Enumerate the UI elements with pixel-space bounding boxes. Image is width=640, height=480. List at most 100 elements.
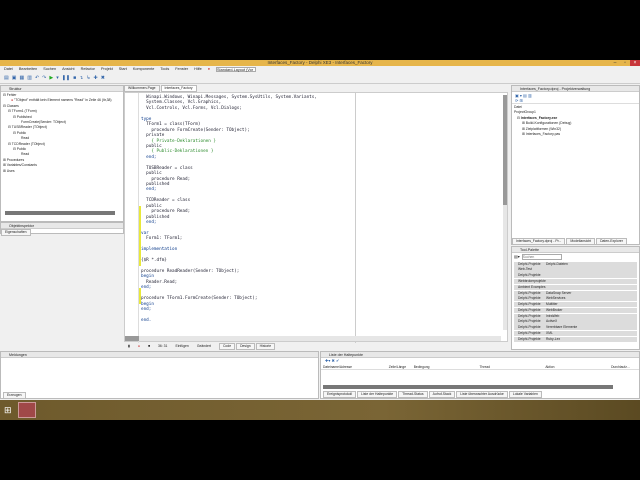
menu-tools[interactable]: Tools [160, 66, 169, 73]
save-icon[interactable]: ▦ [19, 75, 24, 81]
stop-icon[interactable]: ■ [73, 75, 76, 81]
stop-macro-icon[interactable]: ■ [148, 343, 150, 350]
palette-category: Delphi-Projekte [518, 290, 541, 295]
tab-interfaces-factory[interactable]: Interfaces_Factory [160, 85, 197, 92]
menu-projekt[interactable]: Projekt [101, 66, 113, 73]
start-button[interactable]: ⊞ [4, 405, 12, 415]
toolbar: ▤ ▣ ▦ ▥ ↶ ↷ ▶ ▾ ❚❚ ■ ↴ ↳ ✚ ✖ [0, 73, 640, 84]
tab-project-manager[interactable]: Interfaces_Factory.dproj - Pr... [512, 238, 566, 245]
run-icon[interactable]: ▶ [49, 75, 53, 81]
palette-category: Delphi-Projekte [518, 330, 541, 335]
tab-code[interactable]: Code [218, 343, 236, 350]
tab-welcome[interactable]: Willkommen-Page [124, 85, 160, 92]
debug-tab[interactable]: Liste der Haltepunkte [357, 391, 398, 398]
menu-ansicht[interactable]: Ansicht [62, 66, 74, 73]
categories-icon[interactable]: ▤▾ [514, 254, 520, 260]
column-header[interactable]: Dateiname/Adresse [321, 365, 387, 369]
new-icon[interactable]: ▤ [523, 93, 527, 98]
palette-item[interactable]: Delphi-Projekte WebServices [514, 296, 637, 302]
menu-fenster[interactable]: Fenster [175, 66, 188, 73]
remove-icon[interactable]: ✖ [101, 75, 105, 81]
palette-item[interactable]: Delphi-Projekte Delphi-Dateien [514, 261, 637, 267]
new-icon[interactable]: ▤ [4, 75, 9, 81]
palette-search-input[interactable] [521, 254, 562, 260]
code-editor[interactable]: Winapi.Windows, Winapi.Messages, System.… [124, 92, 508, 343]
trace-into-icon[interactable]: ↳ [86, 75, 90, 81]
column-header[interactable]: Bedingung [412, 365, 478, 369]
palette-list: Delphi-Projekte Delphi-Dateien Web-Test Del… [512, 261, 639, 342]
run-dropdown-icon[interactable]: ▾ [56, 75, 59, 81]
tab-build[interactable]: Erzeugen [3, 392, 26, 399]
remove-icon[interactable]: ▥ [528, 93, 532, 98]
open-icon[interactable]: ▣ [12, 75, 17, 81]
palette-category: Delphi-Projekte [518, 325, 541, 330]
palette-item[interactable]: Delphi-Projekte DataSnap Server [514, 290, 637, 296]
editor-status-bar: ▮ ● ■ 36: 31 Einfügen Geändert Code Design H… [124, 343, 510, 350]
menu-suchen[interactable]: Suchen [43, 66, 56, 73]
menu-refactor[interactable]: Refactor [81, 66, 95, 73]
debug-tab[interactable]: Ereignisprotokoll [323, 391, 357, 398]
layout-select[interactable]: Standard-Layout (Vor [216, 67, 257, 72]
column-header[interactable]: Aktion [543, 365, 609, 369]
palette-item[interactable]: Webbrokerprojekte [514, 278, 637, 285]
menu-hilfe[interactable]: Hilfe [194, 66, 202, 73]
editor-horizontal-scrollbar[interactable] [125, 336, 501, 341]
palette-item[interactable]: Delphi-Projekte ActiveX [514, 319, 637, 325]
horizontal-scrollbar[interactable] [5, 211, 115, 215]
column-header[interactable]: Thread [478, 365, 544, 369]
undo-icon[interactable]: ↶ [35, 75, 39, 81]
palette-category: Delphi-Projekte [518, 336, 541, 341]
tab-history[interactable]: Historie [255, 343, 276, 350]
tree-item[interactable]: ⊞ Uses [3, 169, 121, 174]
column-header[interactable]: Zeile/Länge [387, 365, 412, 369]
palette-item[interactable]: Delphi-Projekte Vererbbare Elemente [514, 325, 637, 331]
delete-breakpoint-icon[interactable]: ✖ [331, 358, 334, 363]
debug-tab[interactable]: Aufruf-Stack [428, 391, 456, 398]
expand-icon[interactable]: ⊞ [519, 98, 522, 103]
palette-category: Delphi-Projekte [518, 296, 541, 301]
palette-item[interactable]: Web-Test [514, 267, 637, 273]
delphi-taskbar-icon[interactable] [18, 402, 36, 418]
right-margin [355, 93, 356, 343]
menu-komponente[interactable]: Komponente [133, 66, 155, 73]
code-line[interactable]: end. [141, 318, 317, 323]
palette-item[interactable]: Delphi-Projekte XML [514, 330, 637, 337]
tab-eigenschaften[interactable]: Eigenschaften [1, 229, 31, 236]
palette-item[interactable]: Delphi-Projekte WebBroker [514, 307, 637, 314]
tool-palette-title: Tool-Palette [520, 248, 539, 252]
tab-data-explorer[interactable]: Daten-Explorer [596, 238, 627, 245]
palette-item[interactable]: Delphi-Projekte Ruby-Lex [514, 336, 637, 342]
code-text[interactable]: Winapi.Windows, Winapi.Messages, System.… [141, 95, 317, 323]
palette-item[interactable]: Ambient Examples [514, 284, 637, 290]
sync-icon[interactable]: ⟳ [515, 98, 518, 103]
record-macro-icon[interactable]: ● [138, 343, 140, 350]
add-breakpoint-icon[interactable]: ✚▾ [325, 358, 330, 363]
palette-item[interactable]: Delphi-Projekte [514, 273, 637, 279]
palette-item[interactable]: Delphi-Projekte Multitier [514, 302, 637, 308]
tab-design[interactable]: Design [236, 343, 255, 350]
modified-state: Geändert [196, 344, 211, 348]
menu-bearbeiten[interactable]: Bearbeiten [19, 66, 37, 73]
breakpoints-scrollbar[interactable] [323, 385, 613, 389]
redo-icon[interactable]: ↷ [42, 75, 46, 81]
column-header[interactable]: Durchlaufz... [609, 365, 639, 369]
debug-tab[interactable]: Liste überwachter Ausdrücke [456, 391, 508, 398]
debug-tab[interactable]: Lokale Variablen [508, 391, 542, 398]
menu-start[interactable]: Start [119, 66, 127, 73]
step-over-icon[interactable]: ↴ [79, 75, 83, 81]
vertical-scrollbar[interactable] [503, 95, 507, 330]
palette-item[interactable]: Delphi-Projekte IntraWeb [514, 313, 637, 319]
menu-datei[interactable]: Datei [4, 66, 13, 73]
add-icon[interactable]: ✚ [94, 75, 98, 81]
enable-icon[interactable]: ✔ [336, 358, 339, 363]
pause-icon[interactable]: ❚❚ [62, 75, 70, 81]
tree-item[interactable]: ⊞ Interfaces_Factory.pas [514, 132, 637, 137]
palette-category: Webbrokerprojekte [518, 278, 546, 283]
error-item[interactable]: ● "TObject" enthält kein Element namens … [3, 98, 121, 103]
tab-model-view[interactable]: Modellansicht [566, 238, 596, 245]
debug-tab[interactable]: Thread-Status [398, 391, 428, 398]
help-icon[interactable]: ● [208, 66, 210, 73]
save-all-icon[interactable]: ▥ [27, 75, 32, 81]
bookmark-icon[interactable]: ▮ [128, 343, 130, 350]
project-title: Interfaces_Factory.dproj - Projektverwal… [520, 87, 591, 91]
